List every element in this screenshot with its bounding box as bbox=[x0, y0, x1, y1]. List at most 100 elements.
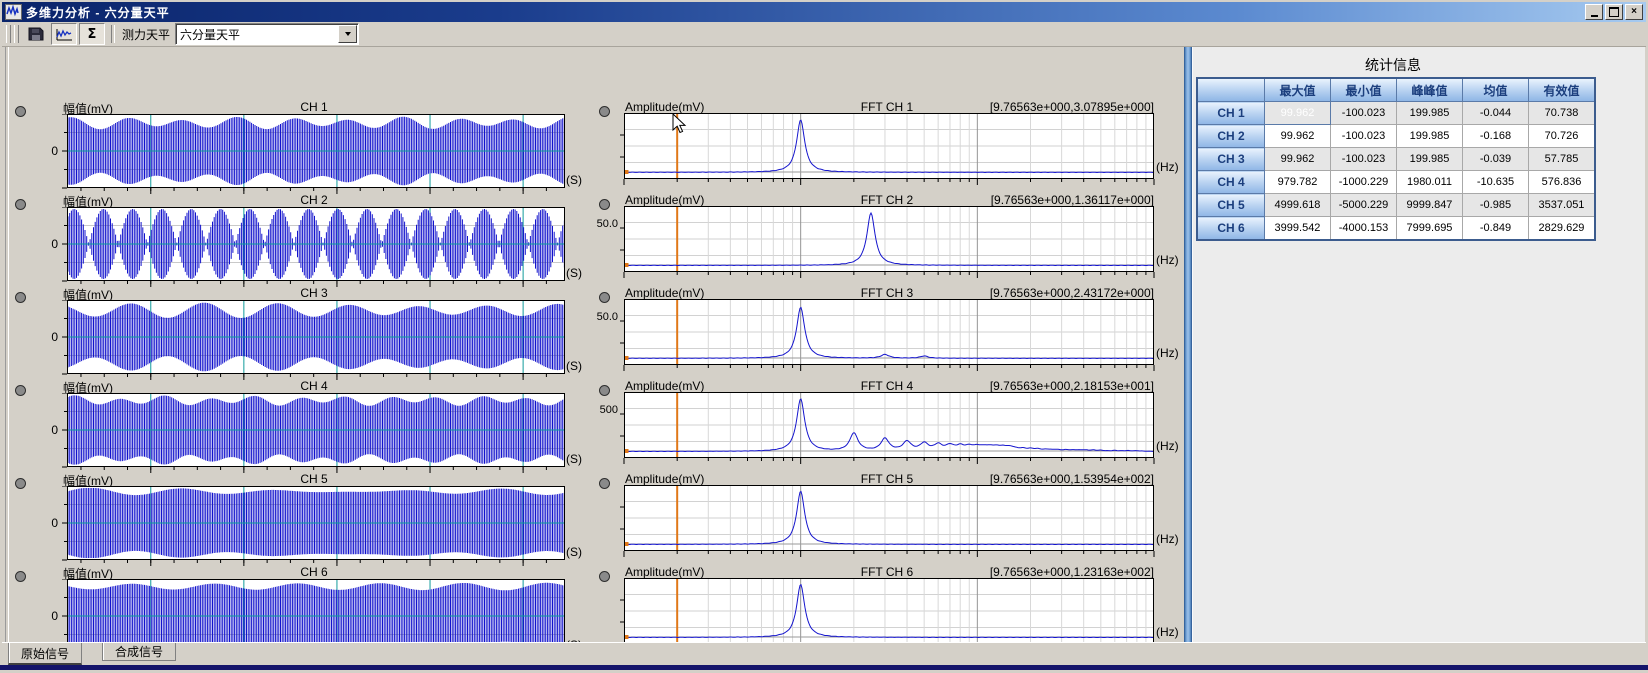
stats-value-cell[interactable]: 99.962 bbox=[1265, 148, 1331, 171]
y-tick-label: 50.0 bbox=[584, 311, 618, 323]
stats-value-cell[interactable]: 70.738 bbox=[1529, 102, 1596, 125]
toolbar: Σ 测力天平 六分量天平 bbox=[2, 22, 1646, 47]
stats-row: CH 199.962-100.023199.985-0.04470.738 bbox=[1197, 102, 1595, 125]
maximize-icon bbox=[1609, 7, 1619, 17]
x-unit-label: (Hz) bbox=[1156, 532, 1179, 546]
statistics-panel: 统计信息 最大值最小值峰峰值均值有效值CH 199.962-100.023199… bbox=[1192, 47, 1645, 642]
stats-value-cell[interactable]: 199.985 bbox=[1397, 148, 1463, 171]
fft-plot[interactable] bbox=[617, 485, 1155, 562]
x-unit-label: (Hz) bbox=[1156, 625, 1179, 639]
channel-indicator[interactable] bbox=[599, 199, 610, 210]
chevron-down-icon bbox=[345, 32, 351, 36]
stats-value-cell[interactable]: 979.782 bbox=[1265, 171, 1331, 194]
stats-row: CH 63999.542-4000.1537999.695-0.8492829.… bbox=[1197, 217, 1595, 241]
save-icon bbox=[27, 26, 45, 42]
stats-row-header[interactable]: CH 3 bbox=[1197, 148, 1265, 171]
fft-plot[interactable] bbox=[617, 392, 1155, 469]
x-unit-label: (Hz) bbox=[1156, 253, 1179, 267]
stats-value-cell[interactable]: 199.985 bbox=[1397, 125, 1463, 148]
fft-channel-row: Amplitude(mV) FFT CH 4 [9.76563e+000,2.1… bbox=[2, 378, 1182, 471]
x-unit-label: (Hz) bbox=[1156, 346, 1179, 360]
stats-value-cell[interactable]: 3537.051 bbox=[1529, 194, 1596, 217]
stats-value-cell[interactable]: -0.039 bbox=[1463, 148, 1529, 171]
sigma-icon: Σ bbox=[88, 27, 97, 42]
tab-original-signal[interactable]: 原始信号 bbox=[8, 643, 82, 665]
app-window: { "window": { "title": "多维力分析 - 六分量天平" }… bbox=[0, 0, 1648, 670]
fft-channel-row: Amplitude(mV) FFT CH 5 [9.76563e+000,1.5… bbox=[2, 471, 1182, 564]
stats-row: CH 54999.618-5000.2299999.847-0.9853537.… bbox=[1197, 194, 1595, 217]
minimize-icon bbox=[1591, 15, 1598, 17]
device-combobox-value: 六分量天平 bbox=[176, 26, 338, 43]
title-bar[interactable]: 多维力分析 - 六分量天平 × bbox=[2, 2, 1646, 22]
channel-indicator[interactable] bbox=[599, 385, 610, 396]
stats-value-cell[interactable]: -0.849 bbox=[1463, 217, 1529, 241]
stats-value-cell[interactable]: -0.168 bbox=[1463, 125, 1529, 148]
channel-indicator[interactable] bbox=[599, 571, 610, 582]
cursor-readout: [9.76563e+000,2.18153e+001] bbox=[622, 379, 1154, 393]
cursor-readout: [9.76563e+000,1.53954e+002] bbox=[622, 472, 1154, 486]
stats-value-cell[interactable]: 99.962 bbox=[1265, 102, 1331, 125]
stats-row-header[interactable]: CH 5 bbox=[1197, 194, 1265, 217]
stats-row-header[interactable]: CH 1 bbox=[1197, 102, 1265, 125]
fft-plot[interactable] bbox=[617, 113, 1155, 190]
stats-row-header[interactable]: CH 2 bbox=[1197, 125, 1265, 148]
stats-row: CH 299.962-100.023199.985-0.16870.726 bbox=[1197, 125, 1595, 148]
waveform-icon bbox=[55, 27, 73, 42]
fft-channel-row: Amplitude(mV) FFT CH 2 [9.76563e+000,1.3… bbox=[2, 192, 1182, 285]
panel-splitter[interactable] bbox=[1184, 47, 1192, 642]
stats-column-header: 峰峰值 bbox=[1397, 78, 1463, 102]
stats-column-header: 均值 bbox=[1463, 78, 1529, 102]
stats-row-header[interactable]: CH 4 bbox=[1197, 171, 1265, 194]
stats-value-cell[interactable]: 57.785 bbox=[1529, 148, 1596, 171]
stats-value-cell[interactable]: 1980.011 bbox=[1397, 171, 1463, 194]
tab-bar: 原始信号 合成信号 bbox=[2, 642, 1646, 666]
combobox-dropdown-button[interactable] bbox=[338, 25, 357, 43]
statistics-button[interactable]: Σ bbox=[79, 23, 105, 45]
stats-value-cell[interactable]: 4999.618 bbox=[1265, 194, 1331, 217]
toolbar-grip[interactable] bbox=[6, 25, 11, 43]
device-combobox[interactable]: 六分量天平 bbox=[175, 23, 359, 45]
stats-value-cell[interactable]: 3999.542 bbox=[1265, 217, 1331, 241]
fft-plot[interactable] bbox=[617, 206, 1155, 283]
stats-column-header: 有效值 bbox=[1529, 78, 1596, 102]
waveform-view-button[interactable] bbox=[51, 23, 77, 45]
stats-corner-cell bbox=[1197, 78, 1265, 102]
stats-value-cell[interactable]: -100.023 bbox=[1331, 102, 1397, 125]
stats-value-cell[interactable]: -4000.153 bbox=[1331, 217, 1397, 241]
close-button[interactable]: × bbox=[1625, 4, 1643, 20]
window-title: 多维力分析 - 六分量天平 bbox=[26, 4, 170, 21]
minimize-button[interactable] bbox=[1585, 4, 1603, 20]
channel-indicator[interactable] bbox=[599, 292, 610, 303]
window-bottom-edge bbox=[0, 665, 1648, 670]
y-tick-label: 500 bbox=[584, 404, 618, 416]
channel-indicator[interactable] bbox=[599, 478, 610, 489]
stats-value-cell[interactable]: 7999.695 bbox=[1397, 217, 1463, 241]
stats-value-cell[interactable]: 2829.629 bbox=[1529, 217, 1596, 241]
stats-value-cell[interactable]: -10.635 bbox=[1463, 171, 1529, 194]
stats-value-cell[interactable]: 99.962 bbox=[1265, 125, 1331, 148]
stats-value-cell[interactable]: -0.044 bbox=[1463, 102, 1529, 125]
stats-row-header[interactable]: CH 6 bbox=[1197, 217, 1265, 241]
stats-value-cell[interactable]: -5000.229 bbox=[1331, 194, 1397, 217]
stats-value-cell[interactable]: -1000.229 bbox=[1331, 171, 1397, 194]
cursor-readout: [9.76563e+000,1.36117e+000] bbox=[622, 193, 1154, 207]
tab-synthesized-signal[interactable]: 合成信号 bbox=[102, 643, 176, 661]
y-tick-label: 50.0 bbox=[584, 218, 618, 230]
toolbar-grip[interactable] bbox=[14, 25, 19, 43]
stats-column-header: 最大值 bbox=[1265, 78, 1331, 102]
stats-value-cell[interactable]: 576.836 bbox=[1529, 171, 1596, 194]
stats-value-cell[interactable]: -100.023 bbox=[1331, 148, 1397, 171]
stats-value-cell[interactable]: 70.726 bbox=[1529, 125, 1596, 148]
stats-value-cell[interactable]: -100.023 bbox=[1331, 125, 1397, 148]
close-icon: × bbox=[1631, 7, 1637, 17]
cursor-readout: [9.76563e+000,3.07895e+000] bbox=[622, 100, 1154, 114]
fft-plot[interactable] bbox=[617, 299, 1155, 376]
save-button[interactable] bbox=[23, 23, 49, 45]
stats-value-cell[interactable]: -0.985 bbox=[1463, 194, 1529, 217]
toolbar-separator bbox=[111, 25, 115, 43]
stats-value-cell[interactable]: 199.985 bbox=[1397, 102, 1463, 125]
app-icon bbox=[5, 4, 22, 20]
stats-value-cell[interactable]: 9999.847 bbox=[1397, 194, 1463, 217]
maximize-button[interactable] bbox=[1605, 4, 1623, 20]
channel-indicator[interactable] bbox=[599, 106, 610, 117]
